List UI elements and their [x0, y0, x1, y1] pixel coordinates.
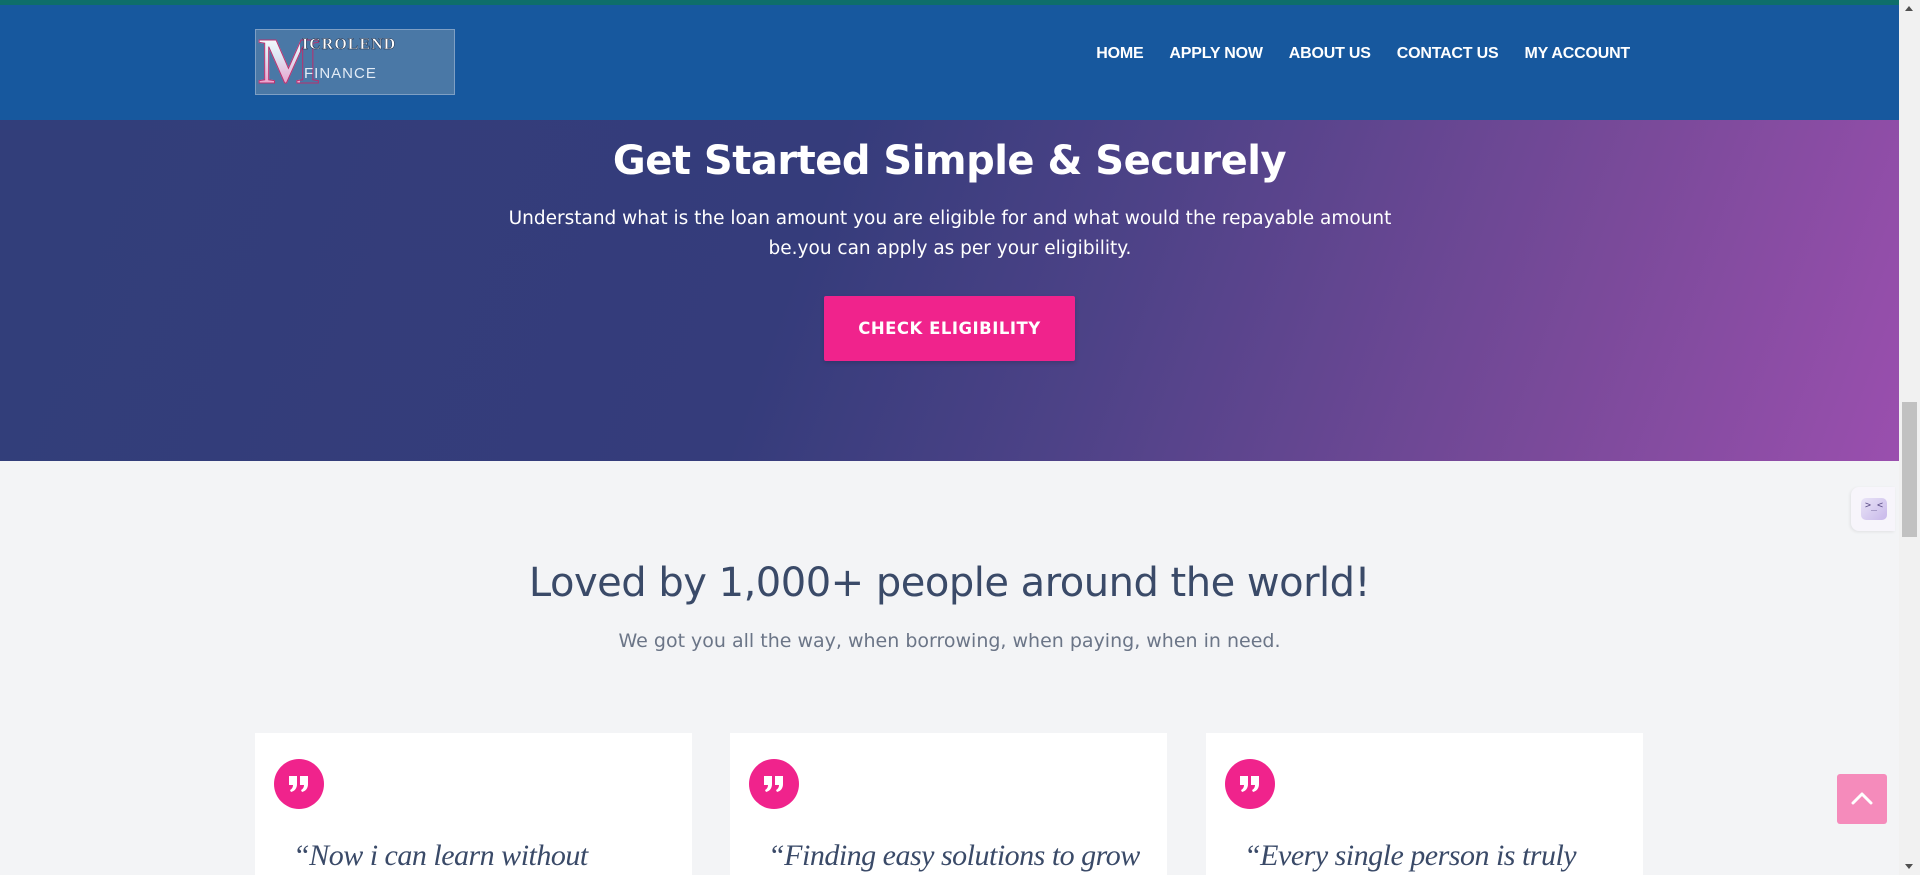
testimonial-text: “Every single person is truly: [1244, 839, 1577, 872]
quote-icon: [1225, 759, 1275, 809]
scrollbar[interactable]: [1899, 0, 1920, 875]
hero-title: Get Started Simple & Securely: [612, 138, 1287, 184]
nav-my-account[interactable]: MY ACCOUNT: [1524, 45, 1630, 63]
testimonials-subtitle: We got you all the way, when borrowing, …: [618, 630, 1281, 652]
scroll-up-arrow-icon[interactable]: [1899, 0, 1920, 17]
site-header: M ICROLEND FINANCE HOME APPLY NOW ABOUT …: [0, 5, 1899, 120]
testimonial-card: “Now i can learn without: [255, 733, 692, 875]
testimonial-text: “Now i can learn without: [293, 839, 588, 872]
testimonial-card: “Finding easy solutions to grow: [730, 733, 1167, 875]
hero-subtitle: Understand what is the loan amount you a…: [508, 208, 1392, 259]
nav-apply-now[interactable]: APPLY NOW: [1169, 45, 1263, 63]
side-widget-tab[interactable]: >_<: [1851, 487, 1895, 531]
nav-about-us[interactable]: ABOUT US: [1289, 45, 1371, 63]
scroll-down-arrow-icon[interactable]: [1899, 858, 1920, 875]
quote-icon: [749, 759, 799, 809]
back-to-top-button[interactable]: [1837, 774, 1887, 824]
quote-icon: [274, 759, 324, 809]
logo-wordmark: ICROLEND: [302, 36, 397, 54]
testimonials-title: Loved by 1,000+ people around the world!: [528, 560, 1371, 606]
logo-tagline: FINANCE: [304, 65, 377, 82]
nav-home[interactable]: HOME: [1096, 45, 1143, 63]
main-nav: HOME APPLY NOW ABOUT US CONTACT US MY AC…: [1096, 45, 1630, 63]
page: M ICROLEND FINANCE HOME APPLY NOW ABOUT …: [0, 0, 1899, 875]
logo-letter: M: [258, 29, 321, 95]
widget-face-icon: >_<: [1861, 498, 1887, 520]
nav-contact-us[interactable]: CONTACT US: [1397, 45, 1499, 63]
scrollbar-thumb[interactable]: [1902, 402, 1917, 537]
testimonial-text: “Finding easy solutions to grow: [768, 839, 1140, 872]
check-eligibility-button[interactable]: CHECK ELIGIBILITY: [824, 296, 1075, 361]
testimonial-card: “Every single person is truly: [1206, 733, 1643, 875]
chevron-up-icon: [1851, 792, 1873, 805]
brand-logo[interactable]: M ICROLEND FINANCE: [255, 29, 455, 95]
